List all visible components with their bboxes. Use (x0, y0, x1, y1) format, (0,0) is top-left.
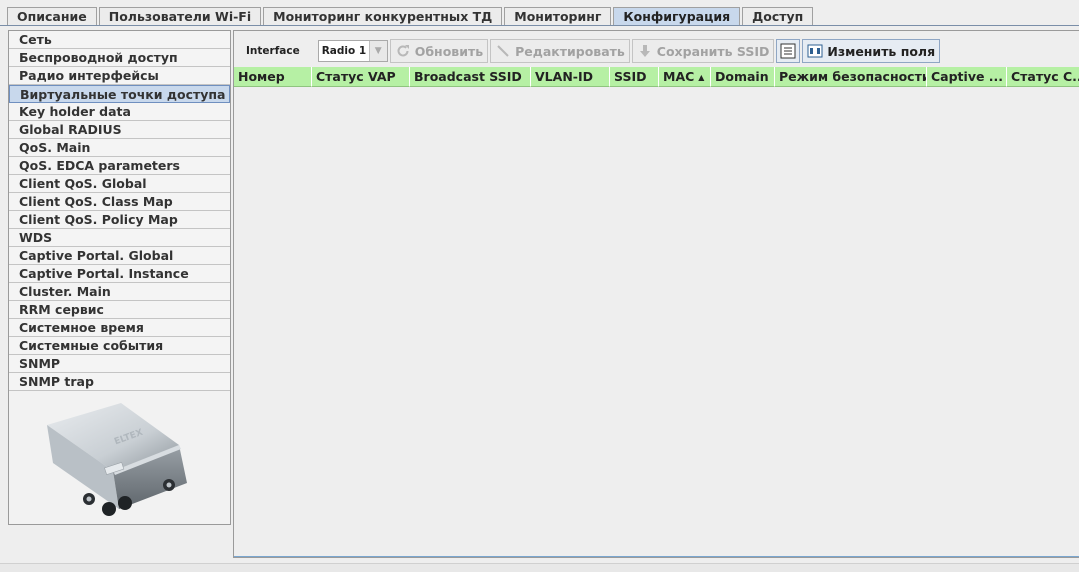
sidebar-item[interactable]: Cluster. Main (9, 283, 230, 301)
tab-divider (0, 25, 1079, 26)
column-header-label: VLAN-ID (535, 69, 593, 84)
column-header[interactable]: VLAN-ID (531, 67, 610, 87)
sidebar-item[interactable]: QoS. EDCA parameters (9, 157, 230, 175)
sidebar-list: Сеть Беспроводной доступ Радио интерфейсы В… (9, 31, 230, 391)
device-image: ELTEX (29, 399, 209, 523)
column-header-label: Статус VAP (316, 69, 396, 84)
column-header-label: SSID (614, 69, 647, 84)
column-header[interactable]: Статус С... (1007, 67, 1079, 87)
save-ssid-button-label: Сохранить SSID (656, 43, 770, 59)
refresh-icon (395, 43, 411, 59)
sidebar-item[interactable]: SNMP (9, 355, 230, 373)
main-panel (233, 30, 1079, 558)
sidebar-item[interactable]: Captive Portal. Instance (9, 265, 230, 283)
column-header-label: MAC (663, 69, 695, 84)
column-header-label: Режим безопасности (779, 69, 927, 84)
column-header[interactable]: Режим безопасности (775, 67, 927, 87)
chevron-down-icon[interactable]: ▼ (368, 41, 387, 61)
interface-select[interactable]: Radio 1 ▼ (317, 40, 388, 62)
column-header-label: Captive ... (931, 69, 1004, 84)
interface-select-value: Radio 1 (321, 45, 367, 57)
table-header: Номер Статус VAP Broadcast SSID VLAN-ID SSID… (234, 67, 1079, 87)
sidebar-item[interactable]: Радио интерфейсы (9, 67, 230, 85)
save-ssid-button[interactable]: Сохранить SSID (631, 39, 775, 63)
sidebar-item[interactable]: Captive Portal. Global (9, 247, 230, 265)
column-header-label: Статус С... (1011, 69, 1079, 84)
list-view-button[interactable] (776, 39, 801, 63)
column-header-label: Broadcast SSID (414, 69, 522, 84)
sidebar-item[interactable]: Client QoS. Policy Map (9, 211, 230, 229)
sidebar-item[interactable]: Системные события (9, 337, 230, 355)
list-icon (780, 43, 796, 59)
refresh-button-label: Обновить (414, 43, 484, 59)
change-fields-button-label: Изменить поля (827, 43, 936, 59)
tab-0[interactable]: Описание (7, 7, 97, 26)
change-fields-button[interactable]: Изменить поля (802, 39, 941, 63)
column-header-label: Номер (238, 69, 285, 84)
sidebar-item[interactable]: Global RADIUS (9, 121, 230, 139)
column-header[interactable]: Domain (711, 67, 775, 87)
download-arrow-icon (637, 43, 653, 59)
sidebar-item[interactable]: WDS (9, 229, 230, 247)
sidebar-item[interactable]: Беспроводной доступ (9, 49, 230, 67)
tab-5[interactable]: Доступ (742, 7, 814, 26)
column-header[interactable]: Captive ... (927, 67, 1007, 87)
sidebar-item[interactable]: Client QoS. Global (9, 175, 230, 193)
sidebar-item[interactable]: Виртуальные точки доступа (9, 85, 230, 103)
tab-3[interactable]: Мониторинг (504, 7, 612, 26)
sidebar-item[interactable]: SNMP trap (9, 373, 230, 391)
sidebar: Сеть Беспроводной доступ Радио интерфейсы В… (8, 30, 231, 525)
sidebar-item[interactable]: Сеть (9, 31, 230, 49)
edit-button[interactable]: Редактировать (490, 39, 630, 63)
sidebar-item[interactable]: RRM сервис (9, 301, 230, 319)
column-header[interactable]: Номер (234, 67, 312, 87)
column-header[interactable]: Статус VAP (312, 67, 410, 87)
tab-4[interactable]: Конфигурация (613, 7, 741, 26)
sidebar-item[interactable]: Client QoS. Class Map (9, 193, 230, 211)
column-header[interactable]: MAC ▲ (659, 67, 711, 87)
tab-2[interactable]: Мониторинг конкурентных ТД (263, 7, 503, 26)
pencil-icon (495, 43, 511, 59)
column-header[interactable]: Broadcast SSID (410, 67, 531, 87)
top-tab-bar: Описание Пользователи Wi-Fi Мониторинг кон… (7, 7, 815, 26)
columns-icon (807, 43, 823, 59)
column-header-label: Domain (715, 69, 769, 84)
toolbar: Interface Radio 1 ▼ Обновить Редактирова… (235, 38, 942, 64)
refresh-button[interactable]: Обновить (389, 39, 489, 63)
tab-1[interactable]: Пользователи Wi-Fi (98, 7, 262, 26)
sidebar-item[interactable]: Системное время (9, 319, 230, 337)
edit-button-label: Редактировать (515, 43, 625, 59)
sidebar-item[interactable]: Key holder data (9, 103, 230, 121)
interface-label: Interface (246, 45, 300, 57)
sidebar-item[interactable]: QoS. Main (9, 139, 230, 157)
column-header[interactable]: SSID (610, 67, 659, 87)
sort-ascending-icon: ▲ (698, 73, 705, 82)
table-bottom-border (234, 556, 1079, 557)
